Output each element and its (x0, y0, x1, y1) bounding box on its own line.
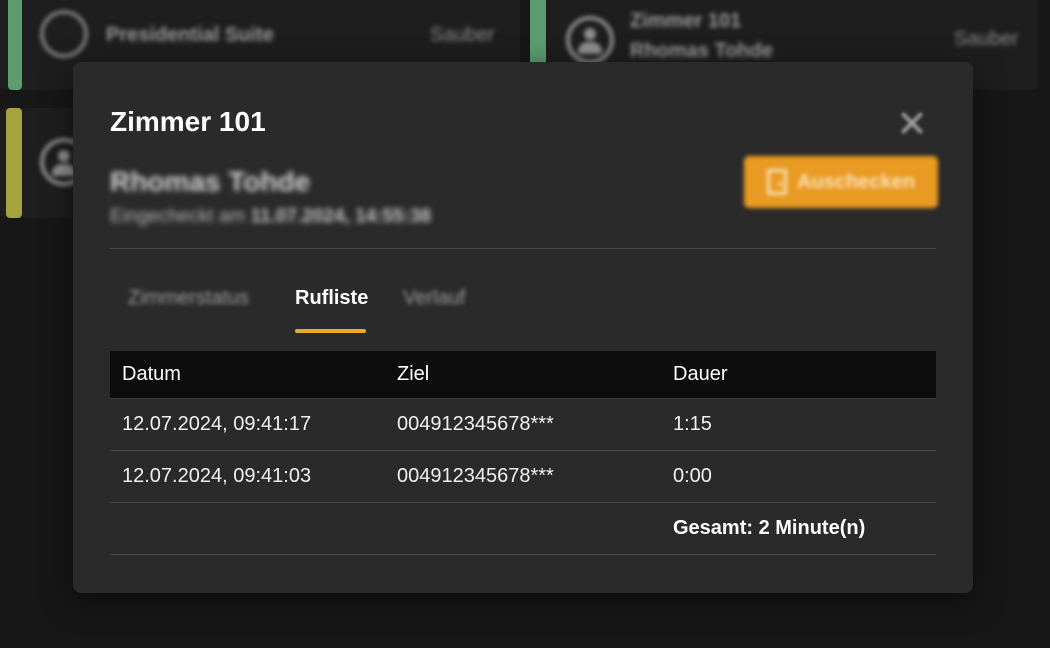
call-target: 004912345678*** (397, 465, 554, 487)
call-duration: 0:00 (673, 465, 712, 487)
column-header-ziel: Ziel (397, 363, 430, 385)
status-stripe (8, 0, 22, 90)
checkin-date: 11.07.2024, 14:55:38 (250, 206, 432, 227)
guest-avatar-icon (566, 16, 614, 64)
tab-verlauf[interactable]: Verlauf (403, 287, 465, 310)
table-row: 12.07.2024, 09:41:17 004912345678*** 1:1… (110, 399, 936, 451)
column-header-datum: Datum (122, 363, 181, 385)
checkin-label: Eingecheckt am (110, 206, 246, 227)
call-target: 004912345678*** (397, 413, 554, 435)
divider (110, 248, 936, 249)
call-date: 12.07.2024, 09:41:03 (122, 465, 312, 487)
table-header: Datum Ziel Dauer (110, 351, 936, 399)
door-icon (767, 169, 788, 195)
table-row: 12.07.2024, 09:41:03 004912345678*** 0:0… (110, 451, 936, 503)
close-icon[interactable] (899, 110, 925, 136)
table-total-row: Gesamt: 2 Minute(n) (110, 503, 936, 555)
checkout-button[interactable]: Auschecken (744, 156, 938, 208)
active-tab-indicator (295, 329, 366, 333)
room-empty-icon (40, 10, 88, 58)
tab-rufliste[interactable]: Rufliste (295, 287, 368, 310)
status-stripe (6, 108, 22, 218)
column-header-dauer: Dauer (673, 363, 728, 385)
checkout-label: Auschecken (797, 170, 915, 193)
dialog-title: Zimmer 101 (110, 106, 266, 137)
room-title: Zimmer 101 (630, 10, 742, 32)
room-detail-dialog: Zimmer 101 Rhomas Tohde Eingecheckt am 1… (73, 62, 973, 593)
room-title: Presidential Suite (106, 24, 274, 46)
checkin-info: Eingecheckt am 11.07.2024, 14:55:38 (110, 206, 431, 228)
room-status: Sauber (954, 28, 1019, 50)
guest-name: Rhomas Tohde (110, 166, 311, 197)
room-status: Sauber (430, 24, 495, 46)
call-list-table: Datum Ziel Dauer 12.07.2024, 09:41:17 00… (110, 351, 936, 555)
room-guest: Rhomas Tohde (630, 40, 773, 62)
tab-zimmerstatus[interactable]: Zimmerstatus (128, 287, 249, 310)
call-total: Gesamt: 2 Minute(n) (673, 517, 866, 539)
call-date: 12.07.2024, 09:41:17 (122, 413, 312, 435)
call-duration: 1:15 (673, 413, 712, 435)
